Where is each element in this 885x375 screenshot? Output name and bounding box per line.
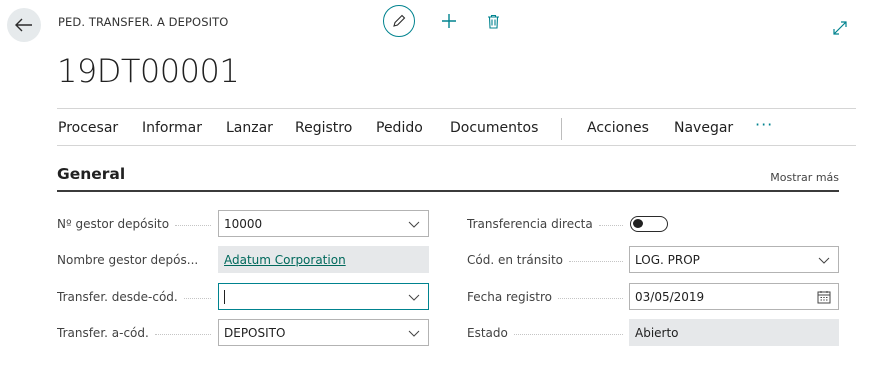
section-divider	[57, 190, 839, 192]
estado-field: Abierto	[629, 319, 839, 346]
show-more-link[interactable]: Mostrar más	[770, 171, 839, 184]
transfer-desde-input[interactable]	[218, 283, 429, 310]
nombre-gestor-link[interactable]: Adatum Corporation	[224, 253, 346, 267]
plus-icon	[442, 14, 456, 28]
pencil-icon	[393, 14, 406, 27]
chevron-down-icon[interactable]	[407, 326, 421, 340]
toggle-knob	[633, 219, 643, 228]
field-label-estado: Estado	[467, 319, 629, 346]
action-informar[interactable]: Informar	[142, 120, 202, 136]
action-navegar[interactable]: Navegar	[674, 120, 733, 136]
field-label-transfer-a: Transfer. a-cód.	[57, 319, 217, 346]
action-pedido[interactable]: Pedido	[376, 120, 423, 136]
field-label-nombre-gestor: Nombre gestor depós...	[57, 252, 199, 267]
chevron-down-icon[interactable]	[817, 253, 831, 267]
edit-button[interactable]	[383, 5, 415, 37]
expand-button[interactable]	[832, 20, 848, 40]
back-button[interactable]	[7, 8, 41, 42]
gestor-deposito-input[interactable]: 10000	[218, 210, 429, 237]
field-label-transfer-desde: Transfer. desde-cód.	[57, 283, 217, 310]
action-bar: Procesar Informar Lanzar Registro Pedido…	[57, 108, 856, 146]
action-procesar[interactable]: Procesar	[58, 120, 118, 136]
action-lanzar[interactable]: Lanzar	[226, 120, 273, 136]
cod-transito-input[interactable]: LOG. PROP	[629, 246, 839, 273]
back-arrow-icon	[15, 18, 32, 32]
action-acciones[interactable]: Acciones	[587, 120, 649, 136]
field-label-cod-transito: Cód. en tránsito	[467, 246, 629, 273]
nombre-gestor-field: Adatum Corporation	[218, 246, 429, 273]
field-label-transferencia-directa: Transferencia directa	[467, 210, 629, 237]
action-registro[interactable]: Registro	[295, 120, 352, 136]
new-button[interactable]	[441, 13, 457, 29]
field-label-fecha-registro: Fecha registro	[467, 283, 629, 310]
chevron-down-icon[interactable]	[407, 217, 421, 231]
fecha-registro-input[interactable]: 03/05/2019	[629, 283, 839, 310]
page-title: 19DT00001	[57, 52, 240, 90]
field-label-gestor-deposito: Nº gestor depósito	[57, 210, 217, 237]
transferencia-directa-toggle[interactable]	[630, 216, 668, 232]
chevron-down-icon[interactable]	[407, 290, 421, 304]
page-caption: PED. TRANSFER. A DEPOSITO	[58, 15, 229, 29]
calendar-icon[interactable]	[817, 290, 831, 304]
action-separator	[561, 118, 562, 140]
trash-icon	[488, 14, 499, 29]
transfer-a-input[interactable]: DEPOSITO	[218, 319, 429, 346]
delete-button[interactable]	[487, 14, 500, 29]
section-title[interactable]: General	[57, 165, 125, 183]
text-cursor	[224, 289, 225, 304]
expand-icon	[833, 21, 847, 35]
action-documentos[interactable]: Documentos	[450, 120, 538, 136]
more-actions-button[interactable]: ···	[755, 115, 773, 134]
